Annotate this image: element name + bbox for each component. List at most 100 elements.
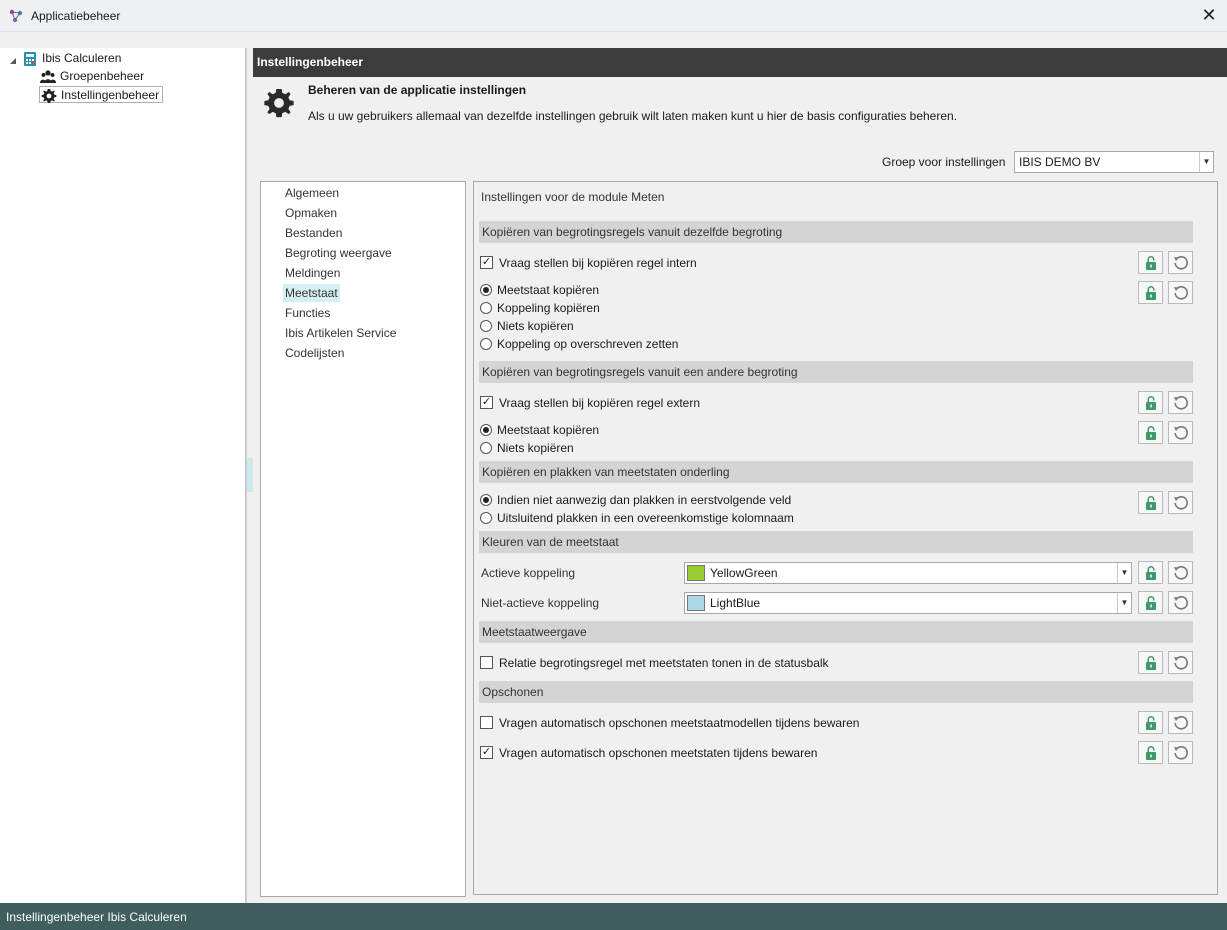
color-label-actief: Actieve koppeling	[481, 566, 576, 580]
reset-icon	[1174, 396, 1188, 410]
reset-icon	[1174, 716, 1188, 730]
color-select-actief[interactable]: YellowGreen ▼	[684, 562, 1132, 584]
radio-plakken-eerstvolgende[interactable]: Indien niet aanwezig dan plakken in eers…	[480, 491, 791, 509]
intro-title: Beheren van de applicatie instellingen	[308, 83, 527, 97]
checkbox-box[interactable]: ✓	[480, 396, 493, 410]
reset-button[interactable]	[1168, 421, 1193, 444]
radio-niets-kopieren-intern[interactable]: Niets kopiëren	[480, 317, 574, 335]
radio-meetstaat-kopieren-extern[interactable]: Meetstaat kopiëren	[480, 421, 599, 439]
color-select-value: YellowGreen	[710, 566, 778, 580]
color-select-value: LightBlue	[710, 596, 761, 610]
nav-item-codelijsten[interactable]: Codelijsten	[283, 344, 346, 362]
nav-item-bestanden[interactable]: Bestanden	[283, 224, 344, 242]
radio-dot[interactable]	[480, 511, 492, 524]
group-select-value: IBIS DEMO BV	[1019, 155, 1101, 169]
nav-item-algemeen[interactable]: Algemeen	[283, 184, 341, 202]
lock-button[interactable]	[1138, 491, 1163, 514]
calculator-icon	[24, 51, 36, 66]
color-select-niet-actief[interactable]: LightBlue ▼	[684, 592, 1132, 614]
section-header: Kleuren van de meetstaat	[479, 531, 1193, 553]
reset-button[interactable]	[1168, 561, 1193, 584]
settings-main: Beheren van de applicatie instellingen A…	[253, 77, 1227, 903]
checkbox-box[interactable]	[480, 716, 493, 730]
reset-button[interactable]	[1168, 491, 1193, 514]
radio-koppeling-kopieren[interactable]: Koppeling kopiëren	[480, 299, 600, 317]
lock-button[interactable]	[1138, 711, 1163, 734]
radio-dot[interactable]	[480, 423, 492, 436]
tree-item-ibis-calculeren[interactable]: Ibis Calculeren	[22, 50, 121, 67]
padlock-icon	[1146, 566, 1156, 580]
radio-dot[interactable]	[480, 441, 492, 454]
reset-button[interactable]	[1168, 651, 1193, 674]
lock-button[interactable]	[1138, 651, 1163, 674]
radio-label: Niets kopiëren	[497, 441, 574, 455]
nav-item-functies[interactable]: Functies	[283, 304, 332, 322]
reset-button[interactable]	[1168, 391, 1193, 414]
nav-item-ibis-artikelen-service[interactable]: Ibis Artikelen Service	[283, 324, 398, 342]
lock-button[interactable]	[1138, 591, 1163, 614]
radio-plakken-kolomnaam[interactable]: Uitsluitend plakken in een overeenkomsti…	[480, 509, 794, 527]
radio-dot[interactable]	[480, 301, 492, 314]
page-header: Instellingenbeheer	[253, 48, 1227, 77]
checkbox-vraag-extern[interactable]: ✓ Vraag stellen bij kopiëren regel extern	[480, 394, 700, 412]
nav-item-begroting-weergave[interactable]: Begroting weergave	[283, 244, 394, 262]
section-header: Meetstaatweergave	[479, 621, 1193, 643]
lock-button[interactable]	[1138, 561, 1163, 584]
group-select[interactable]: IBIS DEMO BV ▼	[1014, 151, 1214, 173]
checkbox-box[interactable]: ✓	[480, 746, 493, 760]
panel-splitter[interactable]	[246, 48, 253, 903]
lock-button[interactable]	[1138, 251, 1163, 274]
padlock-icon	[1146, 396, 1156, 410]
nav-item-opmaken[interactable]: Opmaken	[283, 204, 339, 222]
padlock-icon	[1146, 256, 1156, 270]
navigation-tree: Ibis Calculeren Groepenbeheer Instelling…	[0, 48, 246, 903]
reset-icon	[1174, 596, 1188, 610]
lock-button[interactable]	[1138, 421, 1163, 444]
chevron-down-icon[interactable]: ▼	[1117, 563, 1131, 583]
nav-item-meldingen[interactable]: Meldingen	[283, 264, 342, 282]
chevron-down-icon[interactable]: ▼	[1199, 152, 1213, 172]
checkbox-relatie-statusbalk[interactable]: Relatie begrotingsregel met meetstaten t…	[480, 654, 829, 672]
settings-content: Instellingen voor de module Meten Kopiër…	[473, 181, 1218, 895]
lock-button[interactable]	[1138, 281, 1163, 304]
radio-dot[interactable]	[480, 493, 492, 506]
radio-dot[interactable]	[480, 319, 492, 332]
window-titlebar: Applicatiebeheer ✕	[0, 0, 1227, 32]
checkbox-box[interactable]	[480, 656, 493, 670]
nav-item-meetstaat[interactable]: Meetstaat	[283, 284, 340, 302]
app-molecule-icon	[9, 9, 23, 23]
radio-niets-kopieren-extern[interactable]: Niets kopiëren	[480, 439, 574, 457]
checkbox-vraag-intern[interactable]: ✓ Vraag stellen bij kopiëren regel intern	[480, 254, 697, 272]
padlock-icon	[1146, 426, 1156, 440]
section-header: Opschonen	[479, 681, 1193, 703]
radio-dot[interactable]	[480, 337, 492, 350]
section-header: Kopiëren van begrotingsregels vanuit dez…	[479, 221, 1193, 243]
radio-koppeling-overschreven[interactable]: Koppeling op overschreven zetten	[480, 335, 678, 353]
reset-button[interactable]	[1168, 251, 1193, 274]
radio-meetstaat-kopieren-intern[interactable]: Meetstaat kopiëren	[480, 281, 599, 299]
reset-button[interactable]	[1168, 281, 1193, 304]
reset-button[interactable]	[1168, 741, 1193, 764]
reset-button[interactable]	[1168, 591, 1193, 614]
section-header: Kopiëren van begrotingsregels vanuit een…	[479, 361, 1193, 383]
radio-label: Meetstaat kopiëren	[497, 423, 600, 437]
color-label-niet-actief: Niet-actieve koppeling	[481, 596, 600, 610]
lock-button[interactable]	[1138, 391, 1163, 414]
tree-item-groepenbeheer[interactable]: Groepenbeheer	[40, 68, 144, 85]
close-icon[interactable]: ✕	[1199, 6, 1219, 26]
checkbox-opschonen-meetstaatmodellen[interactable]: Vragen automatisch opschonen meetstaatmo…	[480, 714, 859, 732]
padlock-icon	[1146, 746, 1156, 760]
tree-collapse-icon[interactable]	[9, 57, 17, 65]
reset-button[interactable]	[1168, 711, 1193, 734]
radio-label: Koppeling op overschreven zetten	[497, 337, 679, 351]
chevron-down-icon[interactable]: ▼	[1117, 593, 1131, 613]
tree-item-instellingenbeheer[interactable]: Instellingenbeheer	[39, 86, 164, 103]
radio-label: Koppeling kopiëren	[497, 301, 600, 315]
tree-item-label: Ibis Calculeren	[42, 51, 122, 65]
radio-dot[interactable]	[480, 283, 492, 296]
lock-button[interactable]	[1138, 741, 1163, 764]
padlock-icon	[1146, 596, 1156, 610]
checkbox-box[interactable]: ✓	[480, 256, 493, 270]
checkbox-opschonen-meetstaten[interactable]: ✓ Vragen automatisch opschonen meetstaten…	[480, 744, 817, 762]
status-bar: Instellingenbeheer Ibis Calculeren	[0, 903, 1227, 930]
